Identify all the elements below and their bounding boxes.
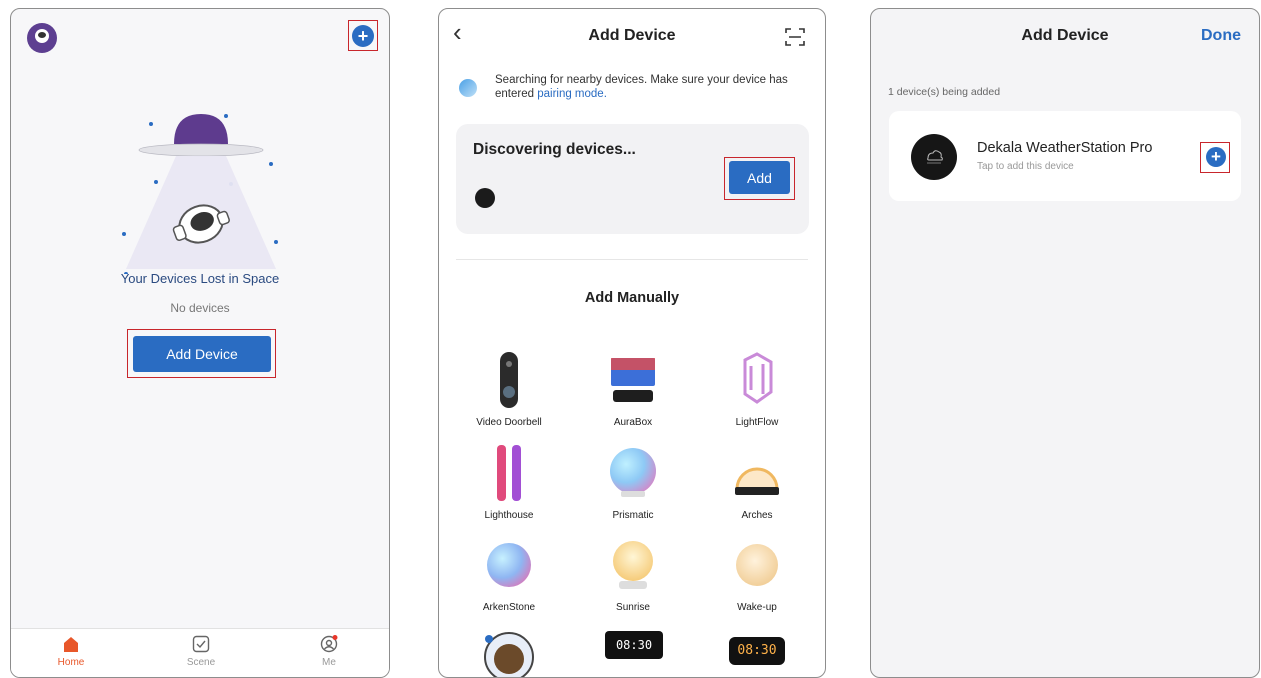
discovered-device-icon[interactable] [475, 188, 495, 208]
device-label: Arches [741, 510, 773, 521]
add-manually-title: Add Manually [584, 290, 680, 306]
device-label: AuraBox [613, 417, 653, 428]
avatar[interactable] [27, 23, 57, 53]
tab-home[interactable]: Home [31, 635, 111, 668]
highlight-box [348, 20, 378, 51]
device-label: ArkenStone [482, 602, 536, 613]
doorbell-icon [500, 352, 518, 408]
sunrise-icon [613, 541, 653, 589]
device-label: LightFlow [735, 417, 779, 428]
lightflow-icon [743, 352, 773, 404]
home-screen: + Your Devices Lost in Space No devices … [10, 8, 390, 678]
aurabox-icon [611, 358, 655, 402]
highlight-box [724, 157, 795, 200]
lost-in-space-illustration [122, 114, 278, 274]
device-name: Dekala WeatherStation Pro [977, 140, 1153, 156]
cloud-icon [927, 150, 943, 164]
device-lightflow[interactable]: LightFlow [697, 352, 817, 428]
scene-icon [192, 635, 210, 653]
done-button[interactable]: Done [1201, 27, 1241, 45]
weather-station-icon [911, 134, 957, 180]
searching-indicator-icon [459, 79, 477, 97]
search-notice: Searching for nearby devices. Make sure … [495, 73, 811, 101]
device-label: Video Doorbell [476, 417, 542, 428]
device-video-doorbell[interactable]: Video Doorbell [449, 352, 569, 428]
page-title: Add Device [588, 27, 676, 44]
tab-home-label: Home [57, 657, 85, 668]
clock-projector-icon[interactable]: 08:30 [605, 631, 663, 659]
home-icon [64, 637, 78, 652]
device-arkenstone[interactable]: ArkenStone [449, 537, 569, 613]
tab-me-label: Me [322, 657, 336, 668]
profile-icon [320, 635, 338, 653]
scan-icon[interactable] [785, 27, 805, 47]
clock-alarm-icon[interactable]: 08:30 [729, 637, 785, 665]
adding-count: 1 device(s) being added [888, 86, 1001, 98]
device-label: Wake-up [737, 602, 777, 613]
device-label: Lighthouse [484, 510, 534, 521]
arches-icon [735, 467, 779, 495]
device-wakeup[interactable]: Wake-up [697, 537, 817, 613]
prismatic-icon [610, 448, 656, 497]
highlight-box [1200, 142, 1230, 173]
divider [456, 259, 808, 260]
tab-scene-label: Scene [186, 657, 216, 668]
arkenstone-icon [487, 543, 531, 587]
clock-readout: 08:30 [737, 643, 777, 658]
tab-bar: Home Scene Me [11, 628, 389, 677]
discovering-title: Discovering devices... [473, 141, 636, 158]
device-lighthouse[interactable]: Lighthouse [449, 445, 569, 521]
device-hint: Tap to add this device [977, 161, 1074, 172]
highlight-box [127, 329, 276, 378]
tab-scene[interactable]: Scene [161, 635, 241, 668]
device-label: Prismatic [612, 510, 654, 521]
clock-readout: 08:30 [615, 638, 653, 652]
adding-device-screen: Add Device Done 1 device(s) being added … [870, 8, 1260, 678]
device-card[interactable]: Dekala WeatherStation Pro Tap to add thi… [889, 111, 1241, 201]
add-device-scan-screen: ‹ Add Device Searching for nearby device… [438, 8, 826, 678]
device-aurabox[interactable]: AuraBox [573, 352, 693, 428]
tab-me[interactable]: Me [289, 635, 369, 668]
device-arches[interactable]: Arches [697, 445, 817, 521]
device-sunrise[interactable]: Sunrise [573, 537, 693, 613]
empty-state-text: No devices [170, 301, 230, 315]
empty-state-title: Your Devices Lost in Space [120, 271, 280, 286]
device-label: Sunrise [616, 602, 650, 613]
pairing-mode-link[interactable]: pairing mode. [537, 88, 607, 100]
lighthouse-icon [497, 445, 521, 501]
wakeup-icon [736, 544, 778, 586]
device-prismatic[interactable]: Prismatic [573, 445, 693, 521]
